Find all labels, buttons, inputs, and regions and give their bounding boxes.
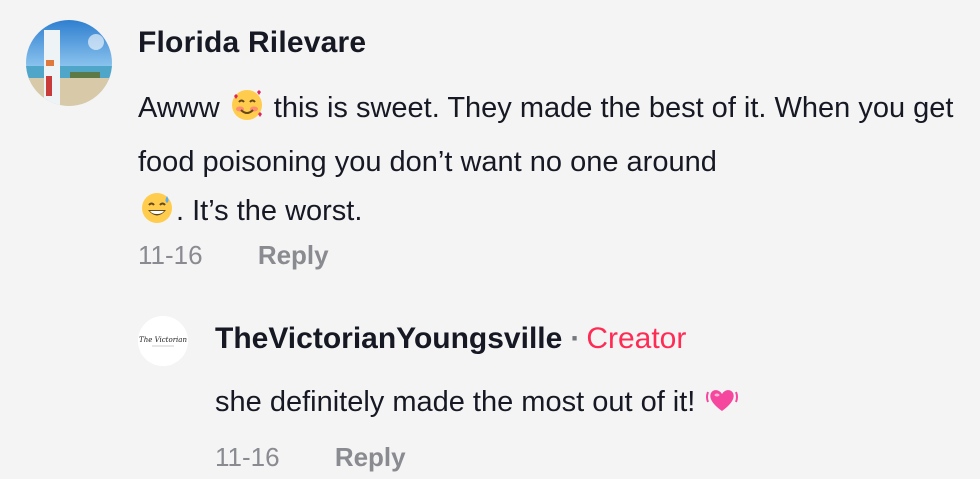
- reply-button[interactable]: Reply: [258, 240, 329, 270]
- reply-text: she definitely made the most out of it!: [215, 382, 741, 424]
- reply-date: 11-16: [215, 442, 280, 472]
- avatar[interactable]: The Victorian: [138, 316, 188, 366]
- comment-item: Florida Rilevare Awww this is sweet. The…: [0, 0, 980, 300]
- reply-button[interactable]: Reply: [335, 442, 406, 472]
- the-victorian-logo-icon: The Victorian: [138, 316, 188, 366]
- avatar[interactable]: [26, 20, 112, 106]
- reply-header: TheVictorianYoungsville · Creator: [215, 322, 686, 356]
- beating-heart-icon: [705, 382, 739, 424]
- creator-badge: Creator: [586, 322, 687, 355]
- beach-avatar-image: [26, 20, 112, 106]
- comment-username[interactable]: Florida Rilevare: [138, 26, 366, 60]
- comment-text: Awww this is sweet. They made the best o…: [138, 84, 968, 241]
- reply-text-content: she definitely made the most out of it!: [215, 386, 696, 418]
- smiling-face-with-hearts-icon: [230, 88, 264, 138]
- separator-dot: ·: [570, 322, 581, 355]
- reply-username[interactable]: TheVictorianYoungsville: [215, 322, 562, 355]
- comment-text-part: Awww: [138, 92, 220, 124]
- reply-item: The Victorian TheVictorianYoungsville · Cr…: [0, 300, 980, 479]
- reply-meta: 11-16 Reply: [215, 442, 406, 473]
- comment-date: 11-16: [138, 240, 203, 270]
- comment-meta: 11-16 Reply: [138, 240, 329, 271]
- grinning-face-with-sweat-icon: [140, 191, 174, 241]
- comment-text-part: . It’s the worst.: [176, 195, 363, 227]
- svg-text:The Victorian: The Victorian: [139, 336, 187, 344]
